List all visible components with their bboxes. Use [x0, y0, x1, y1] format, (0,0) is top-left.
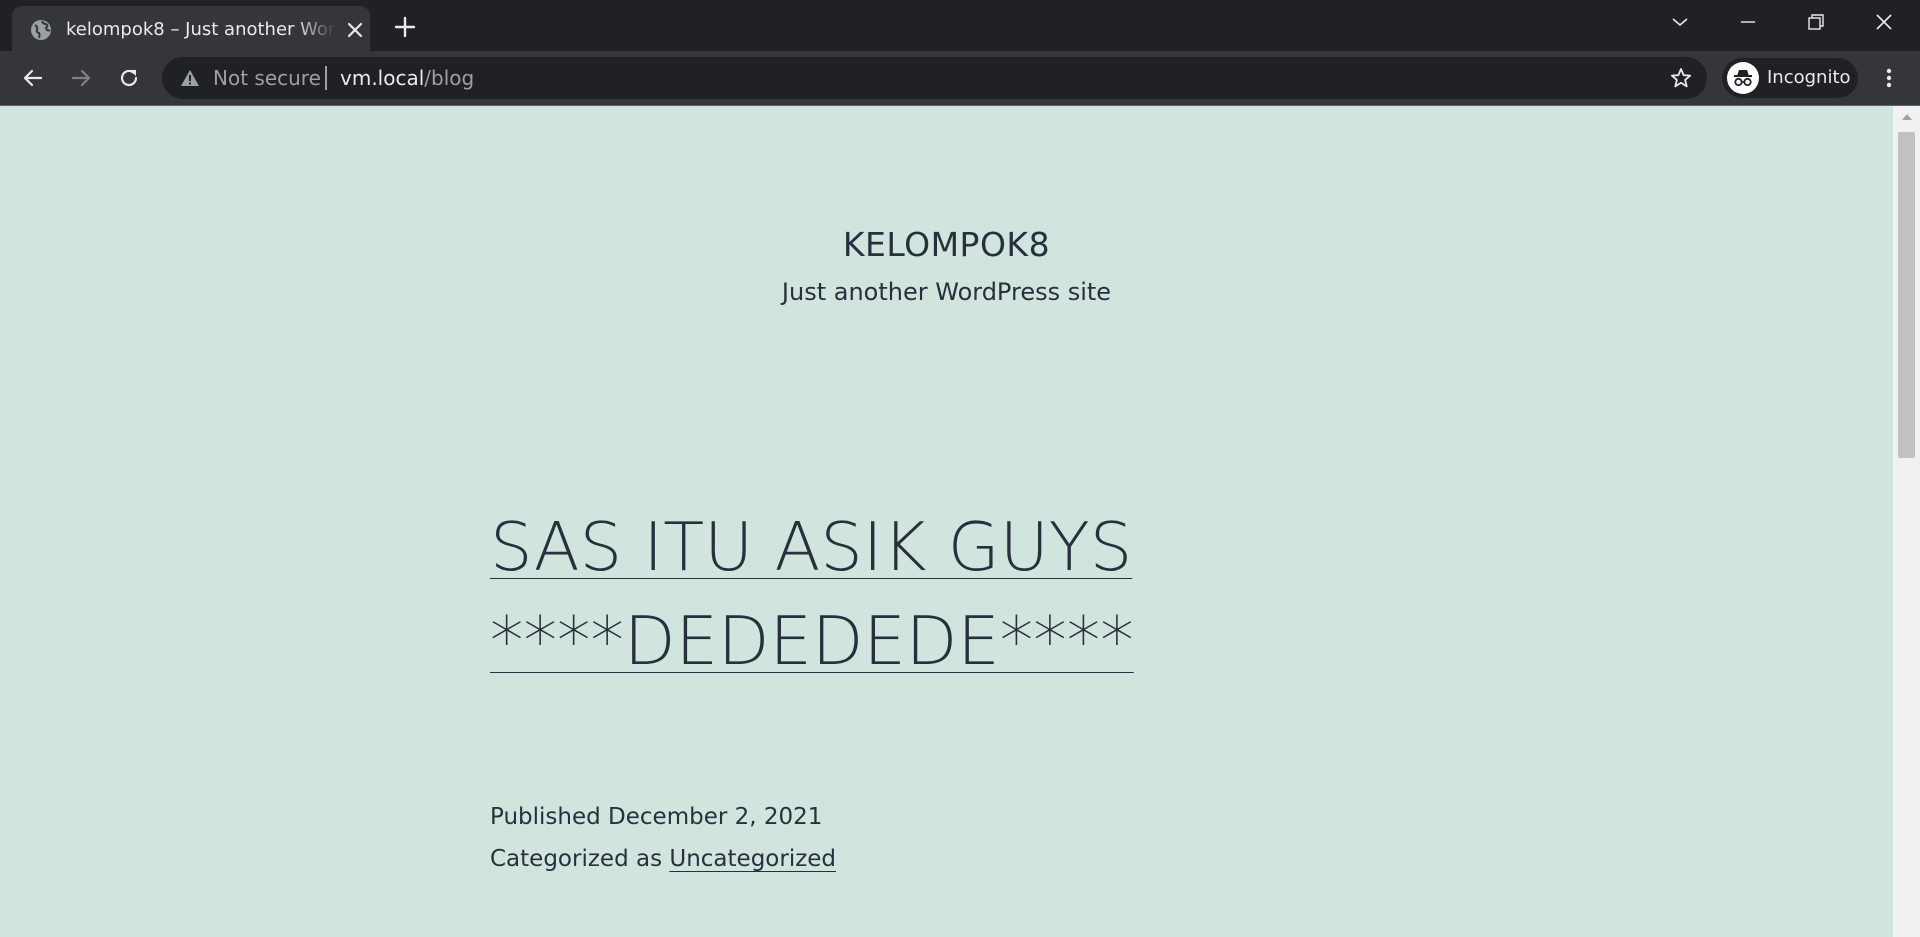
chevron-down-icon	[1672, 18, 1688, 27]
post-title: SAS ITU ASIK GUYS ****DEDEDEDE****	[490, 500, 1490, 688]
kebab-menu-icon	[1886, 68, 1892, 88]
post-category-line: Categorized as Uncategorized	[490, 844, 836, 874]
site-description: Just another WordPress site	[781, 278, 1112, 306]
scrollbar-thumb[interactable]	[1898, 132, 1915, 458]
tab-title: kelompok8 – Just another WordPress site	[66, 19, 336, 40]
warning-icon[interactable]	[180, 68, 200, 88]
close-icon	[1876, 14, 1892, 30]
new-tab-plus-icon[interactable]	[390, 12, 420, 42]
reload-icon	[120, 69, 138, 87]
category-prefix: Categorized as	[490, 846, 663, 872]
url-path: /blog	[424, 66, 475, 90]
vertical-scrollbar[interactable]	[1893, 106, 1920, 937]
reload-button[interactable]	[114, 63, 144, 93]
scroll-up-arrow[interactable]	[1893, 106, 1920, 128]
url-host: vm.local	[340, 66, 425, 90]
globe-icon	[31, 20, 51, 40]
site-title[interactable]: KELOMPOK8	[0, 224, 1893, 266]
browser-menu-button[interactable]	[1874, 63, 1904, 93]
caret-up-icon	[1901, 114, 1912, 120]
browser-tab[interactable]: kelompok8 – Just another WordPress site	[12, 6, 370, 51]
category-link[interactable]: Uncategorized	[669, 846, 836, 872]
incognito-icon	[1727, 62, 1759, 94]
omnibox-divider	[325, 66, 327, 90]
tab-close-icon[interactable]	[344, 19, 366, 41]
window-close-button[interactable]	[1850, 0, 1918, 44]
restore-icon	[1808, 14, 1824, 30]
page-content: KELOMPOK8 Just another WordPress site SA…	[0, 106, 1893, 937]
tab-search-button[interactable]	[1646, 0, 1714, 44]
browser-toolbar: Not secure vm.local/blog Incognito	[0, 51, 1920, 105]
restore-button[interactable]	[1782, 0, 1850, 44]
star-icon[interactable]	[1669, 66, 1693, 90]
forward-button[interactable]	[66, 63, 96, 93]
address-bar[interactable]: Not secure vm.local/blog	[162, 57, 1707, 99]
back-arrow-icon	[23, 69, 43, 87]
minimize-button[interactable]	[1714, 0, 1782, 44]
profile-label: Incognito	[1767, 67, 1851, 88]
back-button[interactable]	[18, 63, 48, 93]
url-text[interactable]: vm.local/blog	[340, 66, 474, 90]
incognito-profile-button[interactable]: Incognito	[1722, 58, 1858, 98]
security-label[interactable]: Not secure	[213, 66, 321, 90]
minimize-icon	[1741, 21, 1755, 23]
post-published-date: Published December 2, 2021	[490, 804, 823, 830]
forward-arrow-icon	[71, 69, 91, 87]
post-title-link[interactable]: SAS ITU ASIK GUYS ****DEDEDEDE****	[490, 508, 1134, 680]
browser-titlebar: kelompok8 – Just another WordPress site	[0, 0, 1920, 51]
